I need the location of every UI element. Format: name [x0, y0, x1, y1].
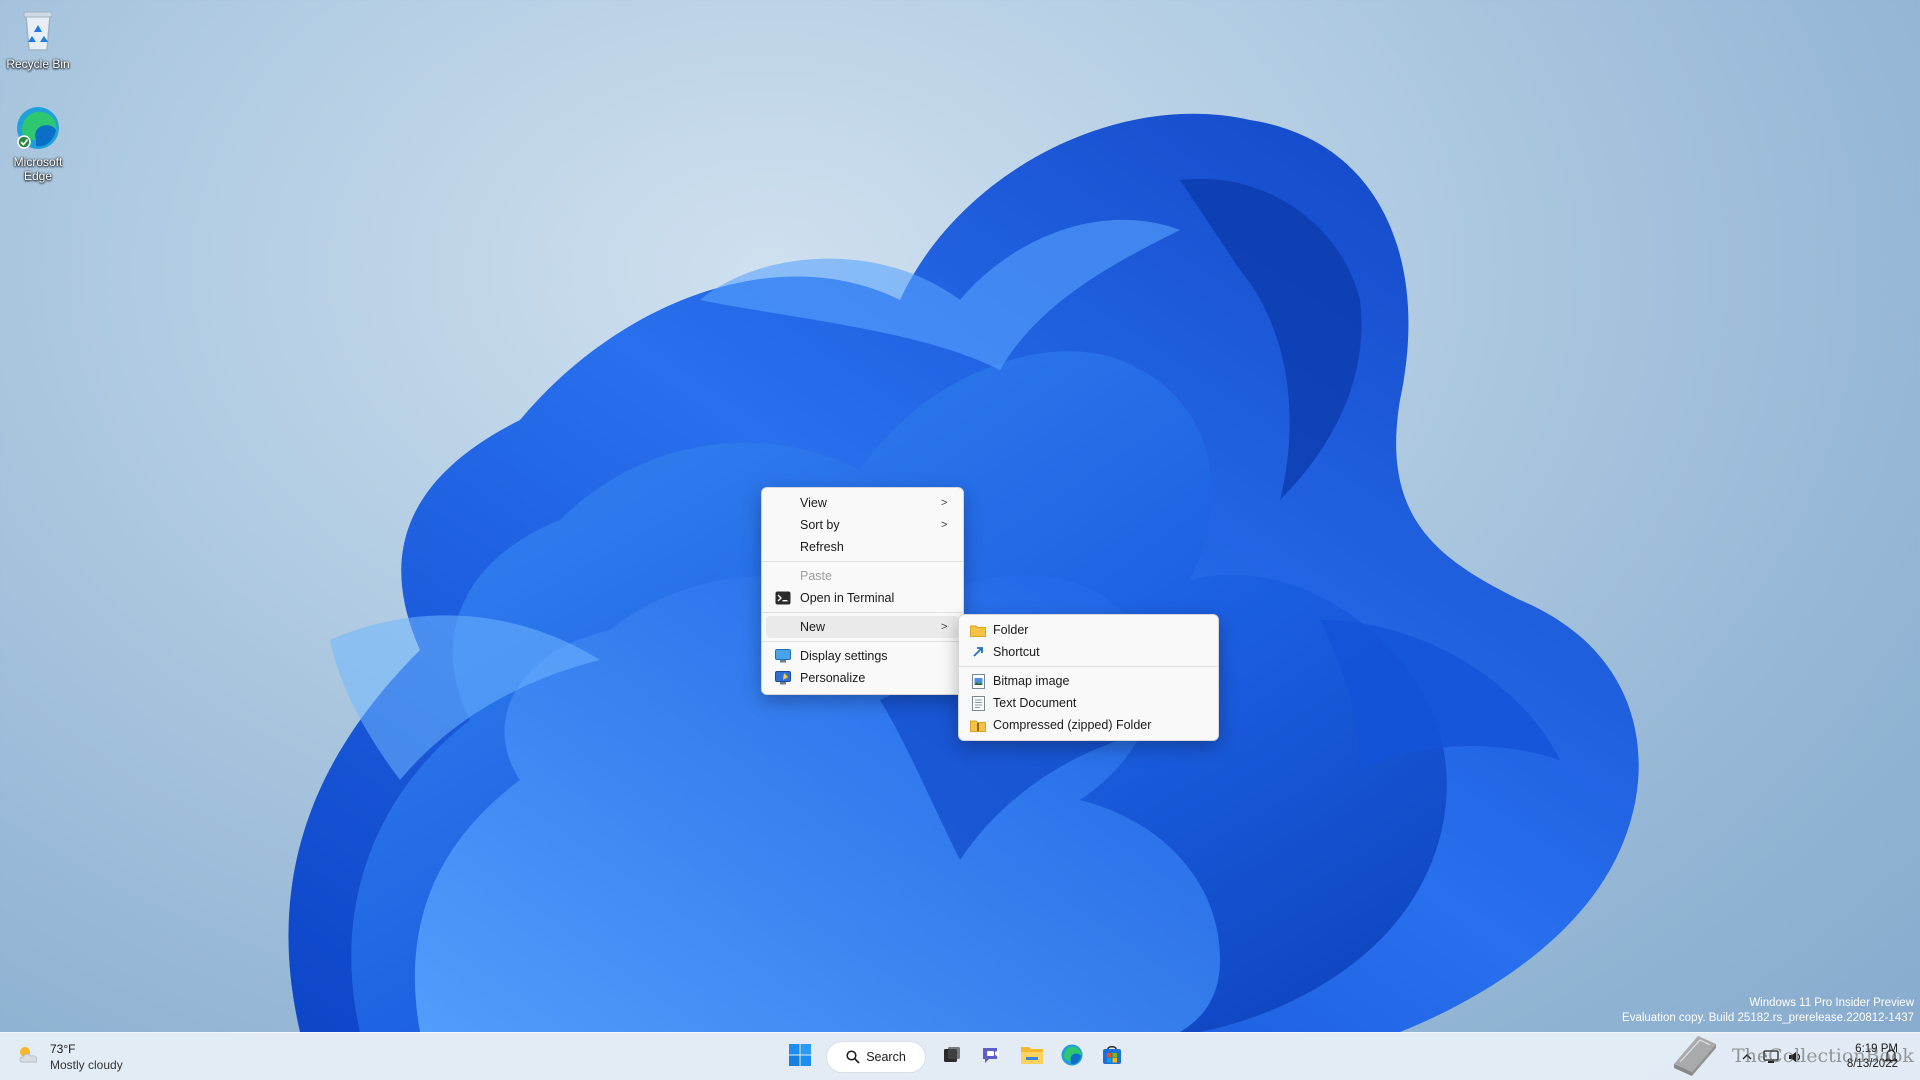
menu-item-new[interactable]: New >	[766, 616, 959, 638]
task-view-icon	[941, 1044, 963, 1071]
store-button[interactable]	[1092, 1039, 1132, 1075]
shortcut-icon	[963, 645, 993, 659]
weather-temp: 73°F	[50, 1042, 76, 1056]
recycle-bin-label: Recycle Bin	[6, 57, 70, 71]
book-icon	[1668, 1030, 1722, 1080]
file-explorer-button[interactable]	[1012, 1039, 1052, 1075]
search-icon	[846, 1050, 860, 1064]
edge-label: Microsoft Edge	[13, 155, 63, 183]
menu-item-refresh[interactable]: Refresh	[766, 536, 959, 558]
taskbar: 73°F Mostly cloudy Search 6:19 PM 8/13/2…	[0, 1032, 1920, 1080]
submenu-item-folder[interactable]: Folder	[963, 619, 1214, 641]
store-icon	[1101, 1044, 1123, 1071]
task-view-button[interactable]	[932, 1039, 972, 1075]
new-submenu: Folder Shortcut Bitmap image Text Docume…	[958, 614, 1219, 741]
evaluation-watermark: Windows 11 Pro Insider Preview Evaluatio…	[1622, 996, 1914, 1026]
start-button[interactable]	[780, 1039, 820, 1075]
menu-separator	[762, 612, 963, 613]
taskbar-search[interactable]: Search	[826, 1041, 926, 1073]
desktop-icon-recycle-bin[interactable]: Recycle Bin	[0, 6, 76, 71]
teams-chat-button[interactable]	[972, 1039, 1012, 1075]
watermark-line-1: Windows 11 Pro Insider Preview	[1749, 997, 1914, 1009]
bitmap-icon	[963, 673, 993, 689]
menu-item-view[interactable]: View >	[766, 492, 959, 514]
brand-text: TheCollectionBook	[1732, 1044, 1914, 1067]
personalize-icon	[766, 671, 800, 685]
edge-icon	[14, 104, 62, 152]
display-icon	[766, 649, 800, 663]
chevron-right-icon: >	[941, 497, 948, 509]
file-explorer-icon	[1020, 1044, 1044, 1071]
menu-separator	[762, 641, 963, 642]
partly-cloudy-icon	[16, 1044, 42, 1071]
chevron-right-icon: >	[941, 621, 948, 633]
menu-item-display-settings[interactable]: Display settings	[766, 645, 959, 667]
weather-widget[interactable]: 73°F Mostly cloudy	[16, 1041, 123, 1073]
folder-icon	[963, 624, 993, 637]
recycle-bin-icon	[14, 6, 62, 54]
desktop-icon-edge[interactable]: Microsoft Edge	[0, 104, 76, 183]
zip-folder-icon	[963, 719, 993, 732]
watermark-line-2: Evaluation copy. Build 25182.rs_prerelea…	[1622, 1012, 1914, 1024]
menu-item-sort-by[interactable]: Sort by >	[766, 514, 959, 536]
brand-watermark: TheCollectionBook	[1668, 1030, 1914, 1080]
teams-chat-icon	[980, 1043, 1004, 1072]
desktop-context-menu: View > Sort by > Refresh Paste Open in T…	[761, 487, 964, 695]
submenu-item-shortcut[interactable]: Shortcut	[963, 641, 1214, 663]
taskbar-center: Search	[780, 1039, 1132, 1075]
start-icon	[788, 1043, 812, 1072]
text-document-icon	[963, 695, 993, 711]
edge-icon	[1060, 1043, 1084, 1072]
submenu-item-bitmap-image[interactable]: Bitmap image	[963, 670, 1214, 692]
submenu-item-compressed-folder[interactable]: Compressed (zipped) Folder	[963, 714, 1214, 736]
chevron-right-icon: >	[941, 519, 948, 531]
menu-separator	[762, 561, 963, 562]
menu-item-open-in-terminal[interactable]: Open in Terminal	[766, 587, 959, 609]
search-label: Search	[866, 1050, 906, 1064]
terminal-icon	[766, 591, 800, 605]
edge-taskbar-button[interactable]	[1052, 1039, 1092, 1075]
weather-condition: Mostly cloudy	[50, 1058, 123, 1072]
menu-separator	[959, 666, 1218, 667]
submenu-item-text-document[interactable]: Text Document	[963, 692, 1214, 714]
menu-item-personalize[interactable]: Personalize	[766, 667, 959, 689]
menu-item-paste: Paste	[800, 569, 832, 583]
